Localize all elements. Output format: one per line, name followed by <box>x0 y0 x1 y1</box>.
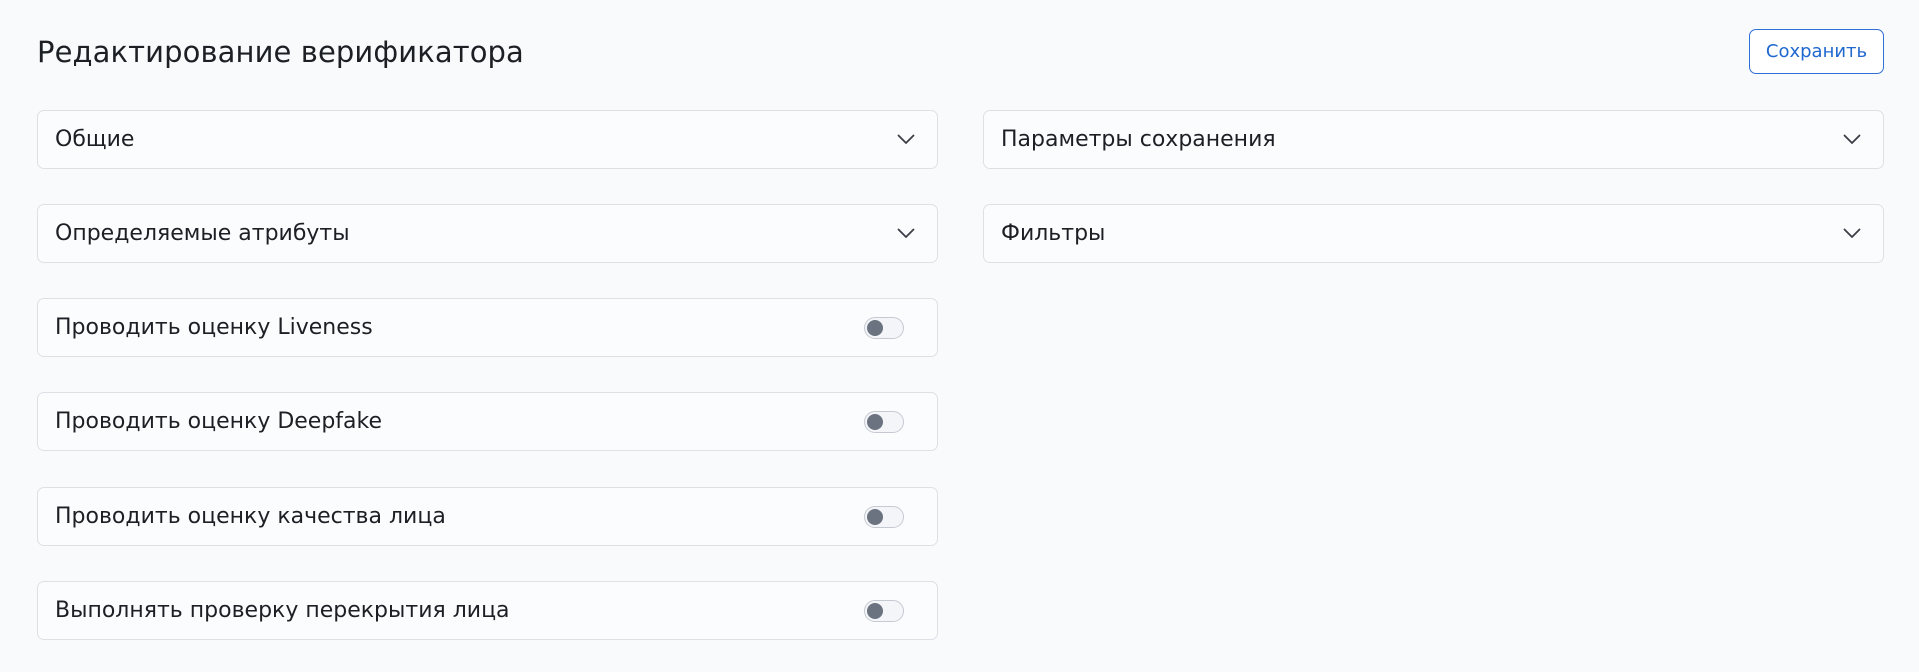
toggle-row-liveness: Проводить оценку Liveness <box>37 298 938 357</box>
toggle-knob <box>867 508 883 525</box>
chevron-down-icon <box>1841 129 1863 151</box>
accordion-label: Фильтры <box>1001 221 1106 246</box>
accordion-detected-attributes[interactable]: Определяемые атрибуты <box>37 204 938 263</box>
toggle-knob <box>867 413 883 430</box>
toggle-row-deepfake: Проводить оценку Deepfake <box>37 392 938 451</box>
accordion-save-parameters[interactable]: Параметры сохранения <box>983 110 1884 169</box>
deepfake-toggle[interactable] <box>864 410 904 433</box>
toggle-knob <box>867 319 883 336</box>
verifier-edit-page: Редактирование верификатора Сохранить Об… <box>0 0 1919 672</box>
toggle-row-face-quality: Проводить оценку качества лица <box>37 487 938 546</box>
toggle-label: Проводить оценку Liveness <box>55 315 373 340</box>
accordion-label: Определяемые атрибуты <box>55 221 350 246</box>
page-title: Редактирование верификатора <box>37 35 524 69</box>
toggle-label: Проводить оценку качества лица <box>55 504 446 529</box>
accordion-filters[interactable]: Фильтры <box>983 204 1884 263</box>
accordion-general[interactable]: Общие <box>37 110 938 169</box>
toggle-label: Проводить оценку Deepfake <box>55 409 383 434</box>
face-quality-toggle[interactable] <box>864 505 904 528</box>
accordion-label: Общие <box>55 127 135 152</box>
liveness-toggle[interactable] <box>864 316 904 339</box>
accordion-label: Параметры сохранения <box>1001 127 1276 152</box>
chevron-down-icon <box>895 223 917 245</box>
face-occlusion-toggle[interactable] <box>864 599 904 622</box>
chevron-down-icon <box>895 129 917 151</box>
save-button[interactable]: Сохранить <box>1749 29 1884 74</box>
toggle-knob <box>867 602 883 619</box>
chevron-down-icon <box>1841 223 1863 245</box>
toggle-row-face-occlusion: Выполнять проверку перекрытия лица <box>37 581 938 640</box>
toggle-label: Выполнять проверку перекрытия лица <box>55 598 510 623</box>
